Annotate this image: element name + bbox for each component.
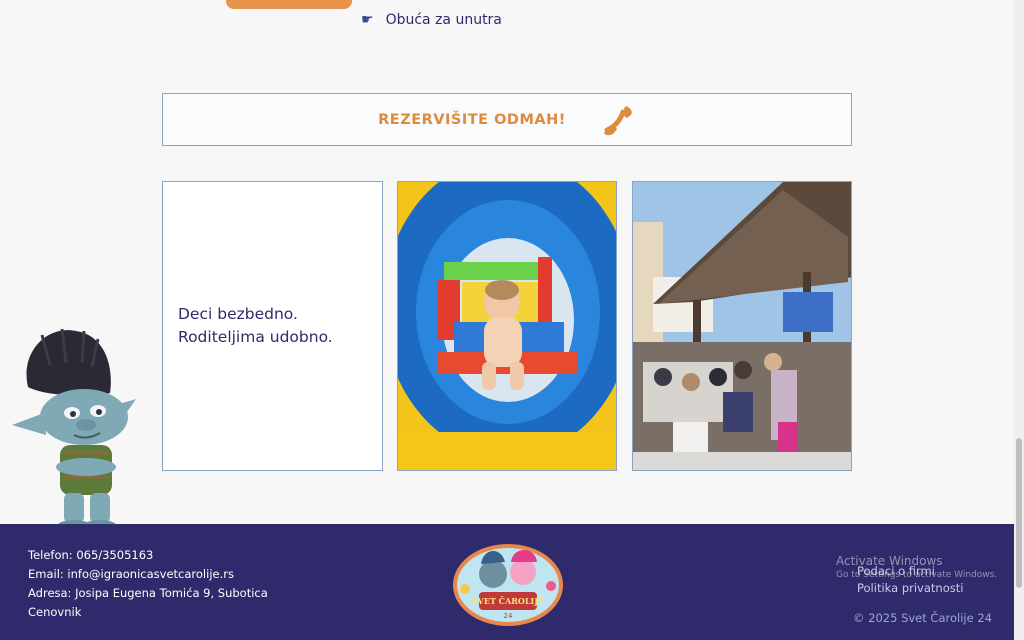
page-scrollbar[interactable] [1014, 0, 1024, 640]
decorative-brush-stroke [226, 0, 352, 9]
party-terrace-photo [632, 181, 852, 471]
footer-phone[interactable]: Telefon: 065/3505163 [28, 546, 268, 565]
footer-address: Adresa: Josipa Eugena Tomića 9, Subotica [28, 586, 268, 600]
scrollbar-thumb[interactable] [1016, 438, 1022, 588]
privacy-policy-link[interactable]: Politika privatnosti [857, 580, 963, 597]
list-item-label: Obuća za unutra [385, 12, 502, 28]
logo-text: SVET ČAROLIJE [472, 596, 544, 606]
svet-carolije-logo[interactable]: SVET ČAROLIJE 24 [453, 544, 563, 626]
card-line-parents: Roditeljima udobno. [178, 328, 333, 346]
pointing-hand-icon: ☛ [361, 12, 374, 28]
footer-links: Podaci o firmi Politika privatnosti [857, 563, 963, 597]
phone-icon [603, 105, 632, 135]
bouncy-castle-photo [397, 181, 617, 471]
site-footer: Telefon: 065/3505163 Email: info@igraoni… [0, 524, 1014, 640]
logo-number: 24 [504, 612, 513, 620]
footer-copyright: © 2025 Svet Čarolije 24 [853, 611, 992, 625]
safety-card: Deci bezbedno. Roditeljima udobno. [162, 181, 383, 471]
card-line-kids: Deci bezbedno. [178, 305, 298, 323]
list-item-indoor-shoes: ☛ Obuća za unutra [361, 10, 502, 30]
footer-email[interactable]: Email: info@igraonicasvetcarolije.rs [28, 565, 268, 584]
company-info-link[interactable]: Podaci o firmi [857, 563, 963, 580]
footer-pricelist-link[interactable]: Cenovnik [28, 603, 268, 622]
troll-character-illustration [12, 328, 136, 530]
reserve-now-button[interactable]: REZERVIŠITE ODMAH! [162, 93, 852, 146]
footer-contact: Telefon: 065/3505163 Email: info@igraoni… [28, 546, 268, 622]
reserve-now-label: REZERVIŠITE ODMAH! [378, 111, 566, 128]
